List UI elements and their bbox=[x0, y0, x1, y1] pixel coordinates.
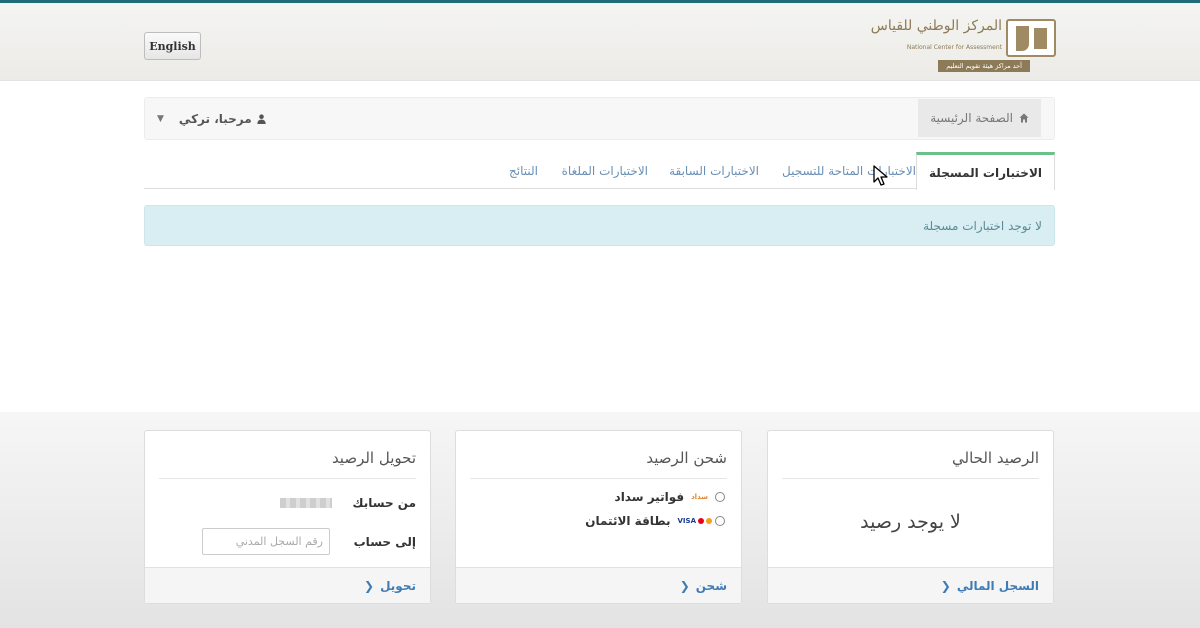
transfer-label: تحويل bbox=[380, 578, 416, 593]
alert-text: لا توجد اختبارات مسجلة bbox=[923, 218, 1042, 233]
tests-tabs: الاختبارات المسجلة الاختبارات المتاحة لل… bbox=[144, 152, 1055, 190]
visa-text: VISA bbox=[677, 517, 696, 525]
navbar: الصفحة الرئيسية مرحبا، تركي ▼ bbox=[144, 97, 1055, 140]
logo-english-name: National Center for Assessment bbox=[906, 44, 1002, 51]
payment-option-sadad: سداد فواتير سداد bbox=[615, 489, 725, 505]
home-icon bbox=[1019, 113, 1029, 123]
visa-mastercard-logo: VISA bbox=[677, 517, 712, 525]
site-header: English المركز الوطني للقياس National Ce… bbox=[0, 3, 1200, 81]
financial-record-label: السجل المالي bbox=[956, 578, 1039, 593]
home-nav-button[interactable]: الصفحة الرئيسية bbox=[918, 99, 1041, 137]
nca-logo[interactable]: المركز الوطني للقياس National Center for… bbox=[870, 15, 1060, 75]
user-greeting: مرحبا، تركي bbox=[178, 112, 252, 126]
financial-record-link[interactable]: السجل المالي ❮ bbox=[768, 567, 1053, 603]
recharge-label: شحن bbox=[695, 578, 727, 593]
from-account-value-redacted bbox=[280, 498, 332, 508]
balance-value: لا يوجد رصيد bbox=[860, 511, 961, 533]
tab-previous-tests[interactable]: الاختبارات السابقة bbox=[657, 152, 771, 189]
tab-registered-tests[interactable]: الاختبارات المسجلة bbox=[916, 152, 1055, 190]
mastercard-icon bbox=[706, 518, 712, 524]
current-balance-title: الرصيد الحالي bbox=[782, 449, 1039, 479]
transfer-link[interactable]: تحويل ❮ bbox=[145, 567, 430, 603]
logo-arabic-name: المركز الوطني للقياس bbox=[870, 18, 1002, 34]
transfer-balance-panel: تحويل الرصيد من حسابك إلى حساب تحويل ❮ bbox=[144, 430, 431, 604]
civil-id-input[interactable] bbox=[202, 528, 330, 555]
recharge-balance-panel: شحن الرصيد سداد فواتير سداد VISA بطاقة ا… bbox=[455, 430, 742, 604]
language-toggle-button[interactable]: English bbox=[144, 32, 201, 60]
recharge-link[interactable]: شحن ❮ bbox=[456, 567, 741, 603]
caret-down-icon: ▼ bbox=[157, 114, 164, 124]
logo-tagline: أحد مراكز هيئة تقويم التعليم bbox=[938, 60, 1030, 72]
mouse-pointer-icon bbox=[873, 165, 888, 186]
current-balance-panel: الرصيد الحالي لا يوجد رصيد السجل المالي … bbox=[767, 430, 1054, 604]
from-account-label: من حسابك bbox=[352, 496, 416, 510]
sadad-label: فواتير سداد bbox=[614, 490, 685, 504]
chevron-left-icon: ❮ bbox=[940, 578, 951, 593]
recharge-title: شحن الرصيد bbox=[470, 449, 727, 479]
credit-card-label: بطاقة الائتمان bbox=[585, 514, 671, 528]
credit-card-radio[interactable] bbox=[715, 516, 725, 526]
home-nav-label: الصفحة الرئيسية bbox=[930, 111, 1013, 125]
sadad-radio[interactable] bbox=[715, 492, 725, 502]
payment-option-credit-card: VISA بطاقة الائتمان bbox=[585, 513, 725, 529]
chevron-left-icon: ❮ bbox=[679, 578, 690, 593]
tab-cancelled-tests[interactable]: الاختبارات الملغاة bbox=[550, 152, 660, 189]
sadad-logo: سداد bbox=[691, 493, 708, 501]
logo-mark-icon bbox=[1006, 19, 1056, 57]
mastercard-icon bbox=[698, 518, 704, 524]
tab-results[interactable]: النتائج bbox=[497, 152, 550, 189]
to-account-label: إلى حساب bbox=[353, 535, 416, 549]
no-registered-tests-alert: لا توجد اختبارات مسجلة bbox=[144, 205, 1055, 246]
user-icon bbox=[257, 114, 266, 124]
user-menu-dropdown[interactable]: مرحبا، تركي ▼ bbox=[157, 110, 266, 128]
chevron-left-icon: ❮ bbox=[364, 578, 375, 593]
tab-available-tests[interactable]: الاختبارات المتاحة للتسجيل bbox=[770, 152, 928, 189]
transfer-title: تحويل الرصيد bbox=[159, 449, 416, 479]
